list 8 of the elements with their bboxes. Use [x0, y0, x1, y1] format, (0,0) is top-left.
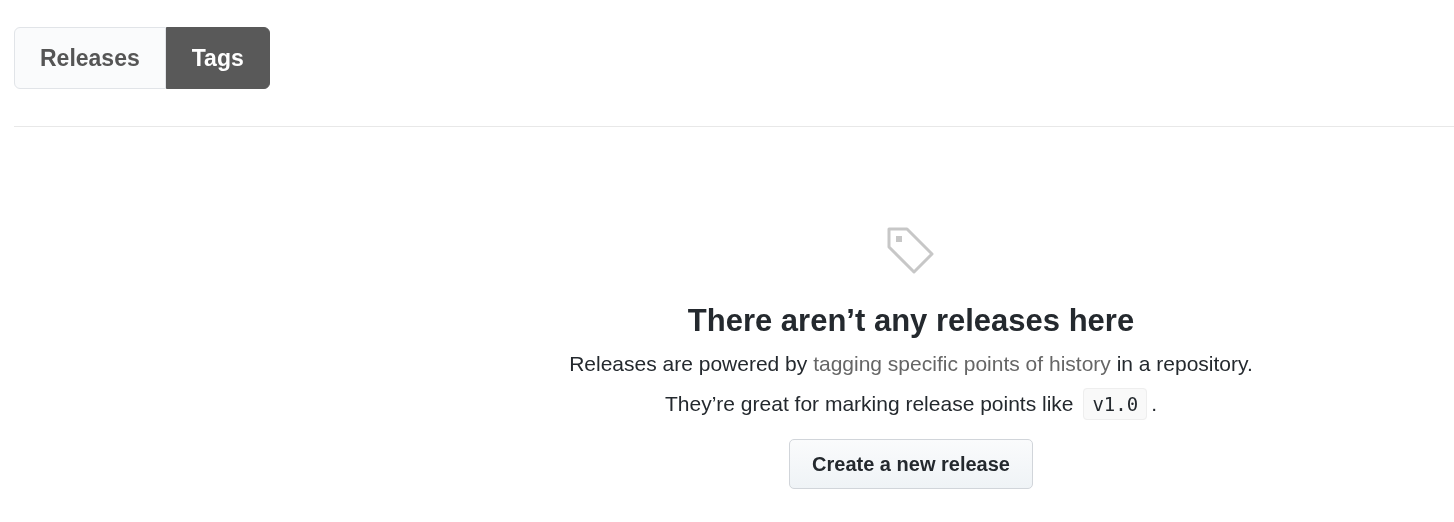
- description-text: They’re great for marking release points like v1.0 .: [665, 389, 1157, 419]
- tab[interactable]: Releases: [14, 27, 166, 89]
- empty-state-title: There aren’t any releases here: [687, 303, 1135, 339]
- tab[interactable]: Tags: [165, 27, 270, 89]
- create-release-button[interactable]: Create a new release: [789, 439, 1033, 489]
- description-text: Releases are powered by tagging specific points of history in a repository.: [569, 351, 1253, 377]
- code-snippet: v1.0: [1083, 388, 1148, 420]
- tagging-link[interactable]: tagging specific points of history: [813, 352, 1111, 375]
